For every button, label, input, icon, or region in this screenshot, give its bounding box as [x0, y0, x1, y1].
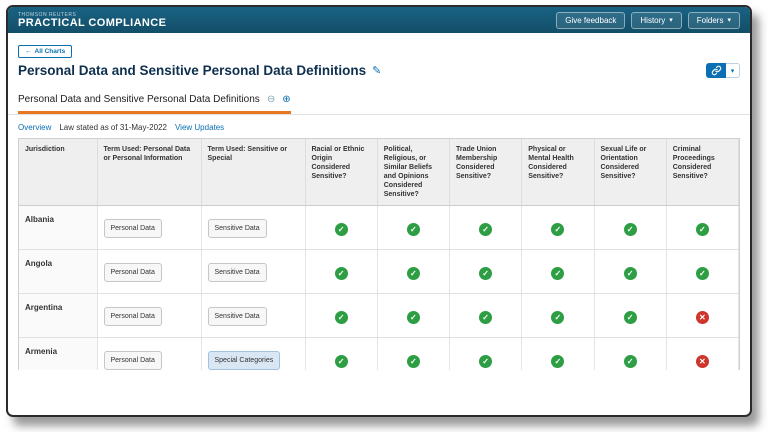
all-charts-label: All Charts	[35, 48, 66, 55]
brand: THOMSON REUTERS PRACTICAL COMPLIANCE	[18, 12, 166, 29]
table-header-row: JurisdictionTerm Used: Personal Data or …	[19, 139, 739, 206]
chart-table: JurisdictionTerm Used: Personal Data or …	[19, 139, 739, 370]
law-stated-text: Law stated as of 31-May-2022	[59, 123, 167, 132]
title-row: Personal Data and Sensitive Personal Dat…	[8, 58, 750, 80]
edit-pencil-icon[interactable]: ✎	[372, 64, 381, 77]
add-plus-icon[interactable]: ⊕	[282, 95, 290, 105]
check-icon: ✓	[624, 311, 637, 324]
title-actions: ▾	[706, 63, 740, 78]
term-personal-chip[interactable]: Personal Data	[104, 351, 162, 370]
all-charts-back-button[interactable]: ← All Charts	[18, 45, 72, 58]
term-sensitive-chip[interactable]: Special Categories	[208, 351, 281, 370]
term-personal-chip[interactable]: Personal Data	[104, 263, 162, 282]
chevron-down-icon: ▾	[731, 67, 735, 75]
folders-dropdown[interactable]: Folders ▾	[688, 12, 740, 29]
check-icon: ✓	[407, 355, 420, 368]
term-sensitive-chip[interactable]: Sensitive Data	[208, 307, 267, 326]
top-bar-actions: Give feedback History ▾ Folders ▾	[556, 12, 740, 29]
jurisdiction-cell: Angola	[19, 250, 97, 294]
check-icon: ✓	[335, 223, 348, 236]
check-icon: ✓	[624, 223, 637, 236]
history-label: History	[640, 16, 665, 25]
check-icon: ✓	[407, 267, 420, 280]
table-row: Armenia Personal Data Special Categories ✓ ✓…	[19, 338, 739, 371]
history-dropdown[interactable]: History ▾	[631, 12, 681, 29]
sub-bar: ← All Charts	[8, 33, 750, 58]
check-icon: ✓	[335, 355, 348, 368]
chevron-down-icon: ▾	[727, 17, 731, 24]
term-sensitive-chip[interactable]: Sensitive Data	[208, 263, 267, 282]
column-header: Term Used: Sensitive or Special	[201, 139, 305, 206]
check-icon: ✓	[696, 223, 709, 236]
check-icon: ✓	[551, 355, 564, 368]
table-row: Albania Personal Data Sensitive Data ✓ ✓ ✓ ✓ ✓ ✓	[19, 206, 739, 250]
check-icon: ✓	[479, 311, 492, 324]
table-row: Argentina Personal Data Sensitive Data ✓ ✓ ✓ ✓…	[19, 294, 739, 338]
folders-label: Folders	[697, 16, 724, 25]
check-icon: ✓	[696, 267, 709, 280]
term-sensitive-chip[interactable]: Sensitive Data	[208, 219, 267, 238]
column-header: Criminal Proceedings Considered Sensitiv…	[666, 139, 738, 206]
chart-table-container: JurisdictionTerm Used: Personal Data or …	[18, 138, 740, 370]
column-header: Sexual Life or Orientation Considered Se…	[594, 139, 666, 206]
check-icon: ✓	[407, 311, 420, 324]
tab-active-chart[interactable]: Personal Data and Sensitive Personal Dat…	[18, 94, 291, 114]
page-title: Personal Data and Sensitive Personal Dat…	[18, 63, 366, 78]
give-feedback-label: Give feedback	[565, 16, 616, 25]
cross-icon: ✕	[696, 311, 709, 324]
brand-practical-compliance: PRACTICAL COMPLIANCE	[18, 18, 166, 29]
table-body: Albania Personal Data Sensitive Data ✓ ✓ ✓ ✓ ✓ ✓…	[19, 206, 739, 371]
term-personal-chip[interactable]: Personal Data	[104, 219, 162, 238]
check-icon: ✓	[479, 223, 492, 236]
column-header: Political, Religious, or Similar Beliefs…	[377, 139, 449, 206]
meta-row: Overview Law stated as of 31-May-2022 Vi…	[8, 115, 750, 138]
share-options-dropdown[interactable]: ▾	[726, 63, 740, 78]
check-icon: ✓	[551, 311, 564, 324]
jurisdiction-cell: Armenia	[19, 338, 97, 371]
check-icon: ✓	[624, 355, 637, 368]
check-icon: ✓	[335, 267, 348, 280]
cross-icon: ✕	[696, 355, 709, 368]
column-header: Term Used: Personal Data or Personal Inf…	[97, 139, 201, 206]
term-personal-chip[interactable]: Personal Data	[104, 307, 162, 326]
jurisdiction-cell: Argentina	[19, 294, 97, 338]
jurisdiction-cell: Albania	[19, 206, 97, 250]
tab-label: Personal Data and Sensitive Personal Dat…	[18, 94, 260, 105]
check-icon: ✓	[624, 267, 637, 280]
app-window: THOMSON REUTERS PRACTICAL COMPLIANCE Giv…	[6, 5, 752, 417]
link-icon	[711, 65, 722, 76]
check-icon: ✓	[479, 355, 492, 368]
tab-bar: Personal Data and Sensitive Personal Dat…	[8, 89, 750, 115]
column-header: Racial or Ethnic Origin Considered Sensi…	[305, 139, 377, 206]
overview-link[interactable]: Overview	[18, 123, 51, 132]
collapse-minus-icon[interactable]: ⊖	[267, 95, 275, 105]
check-icon: ✓	[551, 267, 564, 280]
column-header: Trade Union Membership Considered Sensit…	[450, 139, 522, 206]
share-link-button[interactable]	[706, 63, 726, 78]
view-updates-link[interactable]: View Updates	[175, 123, 224, 132]
check-icon: ✓	[479, 267, 492, 280]
back-arrow-icon: ←	[25, 48, 32, 55]
check-icon: ✓	[335, 311, 348, 324]
column-header: Jurisdiction	[19, 139, 97, 206]
top-bar: THOMSON REUTERS PRACTICAL COMPLIANCE Giv…	[8, 7, 750, 33]
check-icon: ✓	[551, 223, 564, 236]
check-icon: ✓	[407, 223, 420, 236]
column-header: Physical or Mental Health Considered Sen…	[522, 139, 594, 206]
give-feedback-button[interactable]: Give feedback	[556, 12, 625, 29]
chevron-down-icon: ▾	[669, 17, 673, 24]
table-row: Angola Personal Data Sensitive Data ✓ ✓ ✓ ✓ ✓ ✓	[19, 250, 739, 294]
